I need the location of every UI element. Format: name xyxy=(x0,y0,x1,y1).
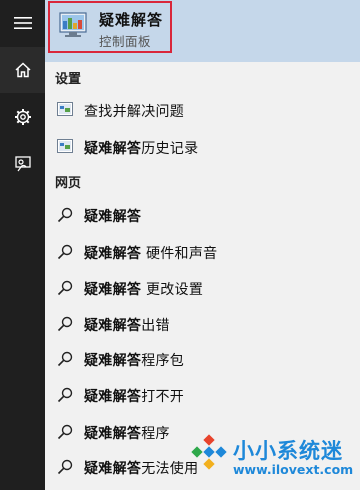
hamburger-menu-icon xyxy=(13,17,32,29)
settings-app-icon xyxy=(57,139,73,153)
menu-button[interactable] xyxy=(0,0,45,46)
result-label: 历史记录 xyxy=(141,141,199,157)
result-label-bold: 疑难解答 xyxy=(84,318,142,334)
web-result-item[interactable]: 疑难解答打不开 xyxy=(45,379,360,411)
search-icon xyxy=(57,424,73,440)
left-rail xyxy=(0,0,45,490)
result-label-bold: 疑难解答 xyxy=(84,246,142,262)
result-label-bold: 疑难解答 xyxy=(84,426,142,442)
settings-button[interactable] xyxy=(0,94,45,140)
search-icon xyxy=(57,280,73,296)
settings-result-item[interactable]: 查找并解决问题 xyxy=(45,94,360,126)
settings-app-icon xyxy=(57,102,73,116)
result-label: 打不开 xyxy=(141,389,185,405)
control-panel-icon xyxy=(59,12,87,37)
result-label: 程序包 xyxy=(141,353,185,369)
home-button[interactable] xyxy=(0,47,45,93)
result-label-bold: 疑难解答 xyxy=(84,209,142,225)
watermark-url: www.ilovext.com xyxy=(233,462,354,477)
settings-result-item[interactable]: 疑难解答历史记录 xyxy=(45,131,360,163)
result-label: 查找并解决问题 xyxy=(84,104,185,120)
gear-icon xyxy=(14,109,31,125)
result-label: 出错 xyxy=(141,318,170,334)
result-label: 更改设置 xyxy=(141,282,204,298)
home-icon xyxy=(14,62,31,78)
search-icon xyxy=(57,459,73,475)
watermark-brand: 小小系统迷 xyxy=(233,439,343,463)
feedback-button[interactable] xyxy=(0,141,45,187)
watermark-logo-icon xyxy=(191,434,227,470)
result-label-bold: 疑难解答 xyxy=(84,282,142,298)
best-match-result[interactable]: 疑难解答 控制面板 xyxy=(45,0,360,62)
result-label: 硬件和声音 xyxy=(141,246,218,262)
watermark: 小小系统迷 www.ilovext.com xyxy=(183,430,360,490)
search-icon xyxy=(57,244,73,260)
result-label-bold: 疑难解答 xyxy=(84,353,142,369)
search-icon xyxy=(57,207,73,223)
web-section-header: 网页 xyxy=(55,176,82,191)
web-result-item[interactable]: 疑难解答程序包 xyxy=(45,343,360,375)
result-label-bold: 疑难解答 xyxy=(84,389,142,405)
web-result-item[interactable]: 疑难解答出错 xyxy=(45,308,360,340)
best-match-subtitle: 控制面板 xyxy=(99,34,152,49)
search-results-panel: 疑难解答 控制面板 设置 查找并解决问题 疑难解答历史记录 网页 疑难解答 疑难… xyxy=(45,0,360,490)
best-match-title: 疑难解答 xyxy=(99,11,164,29)
result-label-bold: 疑难解答 xyxy=(84,141,142,157)
search-icon xyxy=(57,316,73,332)
result-label: 程序 xyxy=(141,426,170,442)
web-result-item[interactable]: 疑难解答 xyxy=(45,199,360,231)
feedback-icon xyxy=(14,156,31,172)
web-result-item[interactable]: 疑难解答 更改设置 xyxy=(45,272,360,304)
web-result-item[interactable]: 疑难解答 硬件和声音 xyxy=(45,236,360,268)
search-icon xyxy=(57,387,73,403)
result-label-bold: 疑难解答 xyxy=(84,461,142,477)
settings-section-header: 设置 xyxy=(55,72,82,87)
search-icon xyxy=(57,351,73,367)
